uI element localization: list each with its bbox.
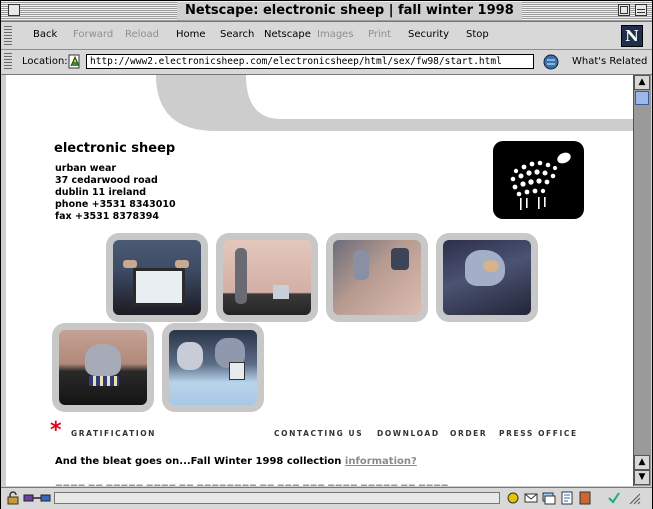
brand-name: electronic sheep <box>54 141 176 156</box>
photo-thumbnail[interactable] <box>326 233 428 322</box>
netscape-logo-icon[interactable]: N <box>621 25 643 47</box>
images-button[interactable]: Images <box>317 29 354 40</box>
scroll-down-icon[interactable]: ▼ <box>634 470 650 485</box>
address-line: fax +3531 8378394 <box>55 211 159 222</box>
netscape-button[interactable]: Netscape <box>264 29 311 40</box>
star-icon: * <box>50 418 62 443</box>
security-button[interactable]: Security <box>408 29 449 40</box>
photo-figure-crouching <box>59 330 147 405</box>
navigator-component-icon[interactable] <box>506 491 520 505</box>
whats-related-button[interactable]: What's Related <box>572 56 647 67</box>
newsgroups-component-icon[interactable] <box>542 491 556 505</box>
status-bar <box>1 487 652 509</box>
collection-text-label: And the bleat goes on...Fall Winter 1998… <box>55 456 345 467</box>
connection-icon[interactable] <box>23 491 51 505</box>
location-grip-icon[interactable] <box>4 53 12 71</box>
photo-thumbnail[interactable] <box>52 323 154 412</box>
browser-window: Netscape: electronic sheep | fall winter… <box>0 0 653 509</box>
address-line: urban wear <box>55 163 117 174</box>
whats-related-icon[interactable] <box>543 54 560 70</box>
order-link[interactable]: ORDER <box>450 429 487 438</box>
photo-tv-monitor <box>113 240 201 315</box>
location-bar: Location: http://www2.electronicsheep.co… <box>1 50 652 75</box>
gratification-link[interactable]: GRATIFICATION <box>71 429 156 438</box>
home-button[interactable]: Home <box>176 29 206 40</box>
photo-figure-hood <box>443 240 531 315</box>
sheep-logo[interactable] <box>493 141 584 219</box>
progress-bar <box>54 492 500 504</box>
scroll-up-bottom-icon[interactable]: ▲ <box>634 455 650 470</box>
header-swoosh <box>156 75 633 131</box>
photo-figure-lying <box>333 240 421 315</box>
page-content: electronic sheep urban wear 37 cedarwood… <box>6 75 633 486</box>
reload-button[interactable]: Reload <box>125 29 159 40</box>
window-title: Netscape: electronic sheep | fall winter… <box>177 2 522 20</box>
page-proxy-icon[interactable] <box>68 54 82 70</box>
press-office-link[interactable]: PRESS OFFICE <box>499 429 578 438</box>
scroll-thumb[interactable] <box>635 91 649 105</box>
collapse-box[interactable] <box>635 4 647 16</box>
photo-thumbnail[interactable] <box>436 233 538 322</box>
contacting-us-link[interactable]: CONTACTING US <box>274 429 363 438</box>
toolbar-grip-icon[interactable] <box>4 26 12 46</box>
close-box[interactable] <box>8 4 20 16</box>
lock-icon[interactable] <box>6 491 20 505</box>
scroll-up-icon[interactable]: ▲ <box>634 75 650 90</box>
forward-button[interactable]: Forward <box>73 29 113 40</box>
security-check-icon[interactable] <box>607 491 621 505</box>
vertical-scrollbar[interactable]: ▲ ▲ ▼ <box>633 75 651 486</box>
sheep-logo-icon <box>510 152 571 210</box>
photo-thumbnail[interactable] <box>162 323 264 412</box>
address-line: 37 cedarwood road <box>55 175 158 186</box>
photo-thumbnail[interactable] <box>106 233 208 322</box>
photo-figure-standing <box>223 240 311 315</box>
stop-button[interactable]: Stop <box>466 29 489 40</box>
zoom-box[interactable] <box>618 4 630 16</box>
print-button[interactable]: Print <box>368 29 391 40</box>
address-book-icon[interactable] <box>578 491 592 505</box>
download-link[interactable]: DOWNLOAD <box>377 429 440 438</box>
resize-grip-icon[interactable] <box>627 491 641 505</box>
location-label: Location: <box>22 56 68 67</box>
information-link[interactable]: information? <box>345 456 417 467</box>
back-button[interactable]: Back <box>33 29 57 40</box>
photo-figures-bending <box>169 330 257 405</box>
cut-off-text-line: ▬▬▬▬ ▬▬ ▬▬▬▬▬ ▬▬▬▬ ▬▬ ▬▬▬▬▬▬▬▬ ▬▬ ▬▬▬ ▬▬… <box>55 481 449 486</box>
title-bar[interactable]: Netscape: electronic sheep | fall winter… <box>1 1 652 22</box>
photo-thumbnail[interactable] <box>216 233 318 322</box>
address-line: dublin 11 ireland <box>55 187 147 198</box>
collection-text: And the bleat goes on...Fall Winter 1998… <box>55 456 417 467</box>
navigation-toolbar: Back Forward Reload Home Search Netscape… <box>1 22 652 50</box>
address-line: phone +3531 8343010 <box>55 199 176 210</box>
composer-component-icon[interactable] <box>560 491 574 505</box>
search-button[interactable]: Search <box>220 29 254 40</box>
mail-component-icon[interactable] <box>524 491 538 505</box>
url-input[interactable]: http://www2.electronicsheep.com/electron… <box>86 54 534 69</box>
